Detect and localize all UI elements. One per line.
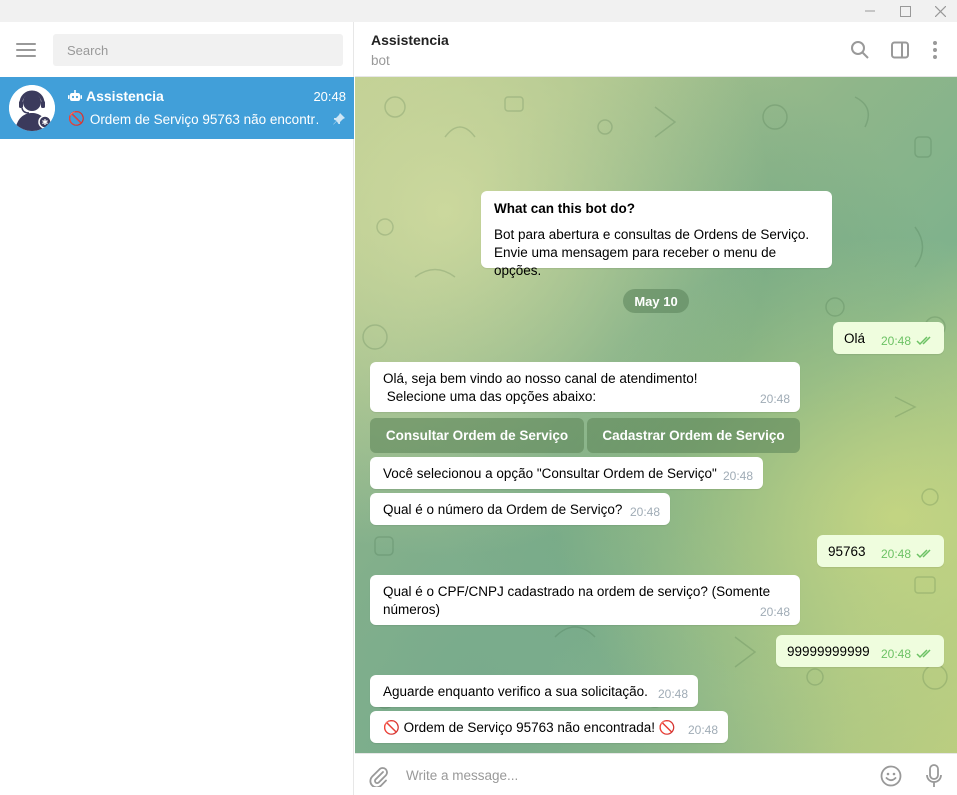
message-text-line1: Qual é o CPF/CNPJ cadastrado na ordem de…	[383, 584, 771, 599]
message-incoming[interactable]: Aguarde enquanto verifico a sua solicita…	[370, 675, 698, 707]
message-text-line2: Selecione uma das opções abaixo:	[383, 389, 597, 404]
chat-name: Assistencia	[68, 88, 164, 104]
message-time: 20:48	[629, 505, 660, 519]
prohibited-emoji-icon: 🚫	[658, 720, 676, 735]
message-meta: 20:48	[881, 332, 934, 350]
message-meta: 20:48	[881, 645, 934, 663]
sidebar-panel-icon	[891, 41, 909, 59]
message-time: 20:48	[687, 723, 718, 737]
chat-name-label: Assistencia	[86, 88, 164, 104]
prohibited-emoji-icon: 🚫	[383, 720, 400, 735]
double-check-icon	[916, 549, 931, 559]
emoji-button[interactable]	[879, 764, 903, 788]
search-button[interactable]	[848, 38, 872, 62]
maximize-button[interactable]	[887, 0, 923, 22]
chat-header: Assistencia bot	[355, 22, 957, 77]
chat-subtitle: bot	[371, 53, 390, 68]
message-time: 20:48	[759, 392, 790, 406]
bot-info-card: What can this bot do? Bot para abertura …	[481, 191, 832, 278]
message-text: Ordem de Serviço 95763 não encontrada!	[403, 720, 655, 735]
message-text: Você selecionou a opção "Consultar Ordem…	[383, 466, 717, 481]
bot-info-line2: Envie uma mensagem para receber o menu d…	[494, 245, 777, 278]
message-meta: 20:48	[760, 390, 790, 408]
maximize-icon	[899, 5, 911, 17]
message-time: 20:48	[880, 547, 911, 561]
minimize-button[interactable]	[852, 0, 888, 22]
smiley-icon	[880, 765, 902, 787]
chat-list-item-assistencia[interactable]: ✱ Assistencia 20:48 🚫 Ordem de Serviço 9…	[0, 77, 354, 139]
chat-title[interactable]: Assistencia	[371, 32, 449, 48]
prohibited-emoji-icon: 🚫	[68, 111, 85, 126]
message-text-line2: números)	[383, 602, 441, 617]
message-text: Olá	[844, 331, 866, 346]
message-time: 20:48	[759, 605, 790, 619]
message-time: 20:48	[880, 647, 911, 661]
message-meta: 20:48	[881, 545, 934, 563]
bot-info-title: What can this bot do?	[494, 201, 635, 216]
message-meta: 20:48	[688, 721, 718, 739]
chat-time: 20:48	[313, 88, 346, 104]
cadastrar-os-button[interactable]: Cadastrar Ordem de Serviço	[587, 418, 800, 453]
message-text-line1: Olá, seja bem vindo ao nosso canal de at…	[383, 371, 698, 386]
search-icon	[851, 41, 869, 59]
message-time: 20:48	[657, 687, 688, 701]
microphone-icon	[926, 764, 942, 787]
search-input[interactable]	[53, 34, 343, 66]
message-text: 95763	[828, 544, 866, 559]
message-incoming[interactable]: Olá, seja bem vindo ao nosso canal de at…	[370, 362, 800, 412]
message-incoming[interactable]: 🚫 Ordem de Serviço 95763 não encontrada!…	[370, 711, 728, 743]
sidebar-header	[0, 22, 354, 77]
chat-preview-text: Ordem de Serviço 95763 não encontr…	[89, 111, 318, 127]
date-separator: May 10	[623, 289, 689, 313]
message-incoming[interactable]: Você selecionou a opção "Consultar Ordem…	[370, 457, 763, 489]
menu-icon[interactable]	[14, 39, 38, 61]
message-text: Qual é o número da Ordem de Serviço?	[383, 502, 623, 517]
minimize-icon	[865, 10, 875, 12]
message-incoming[interactable]: Qual é o número da Ordem de Serviço? 20:…	[370, 493, 670, 525]
message-text: Aguarde enquanto verifico a sua solicita…	[383, 684, 648, 699]
message-outgoing[interactable]: Olá 20:48	[833, 322, 944, 354]
chat-list-sidebar: ✱ Assistencia 20:48 🚫 Ordem de Serviç	[0, 22, 354, 795]
chat-message-area[interactable]: What can this bot do? Bot para abertura …	[355, 77, 957, 753]
attach-button[interactable]	[366, 764, 390, 788]
bot-info-line1: Bot para abertura e consultas de Ordens …	[494, 227, 810, 242]
message-time: 20:48	[880, 334, 911, 348]
chat-preview-row: 🚫 Ordem de Serviço 95763 não encontr…	[68, 111, 346, 127]
double-check-icon	[916, 649, 931, 659]
message-text: 99999999999	[787, 644, 870, 659]
consultar-os-button[interactable]: Consultar Ordem de Serviço	[370, 418, 584, 453]
message-composer	[355, 753, 957, 795]
message-meta: 20:48	[723, 467, 753, 485]
close-button[interactable]	[922, 0, 957, 22]
message-meta: 20:48	[760, 603, 790, 621]
message-meta: 20:48	[630, 503, 660, 521]
message-input[interactable]	[406, 763, 866, 787]
window-title-bar	[0, 0, 957, 22]
more-vertical-icon	[933, 41, 937, 59]
message-time: 20:48	[722, 469, 753, 483]
avatar: ✱	[9, 85, 55, 131]
voice-message-button[interactable]	[922, 764, 946, 788]
sidebar-toggle-button[interactable]	[888, 38, 912, 62]
double-check-icon	[916, 336, 931, 346]
close-icon	[934, 5, 946, 17]
svg-text:✱: ✱	[42, 118, 49, 127]
message-incoming[interactable]: Qual é o CPF/CNPJ cadastrado na ordem de…	[370, 575, 800, 625]
support-agent-avatar-icon: ✱	[9, 85, 55, 131]
chat-preview: 🚫 Ordem de Serviço 95763 não encontr…	[68, 111, 318, 127]
pin-icon	[333, 113, 345, 125]
message-outgoing[interactable]: 95763 20:48	[817, 535, 944, 567]
message-outgoing[interactable]: 99999999999 20:48	[776, 635, 944, 667]
message-meta: 20:48	[658, 685, 688, 703]
paperclip-icon	[369, 767, 388, 787]
more-options-button[interactable]	[923, 38, 947, 62]
bot-icon	[68, 90, 82, 101]
chat-name-row: Assistencia 20:48	[68, 88, 346, 104]
